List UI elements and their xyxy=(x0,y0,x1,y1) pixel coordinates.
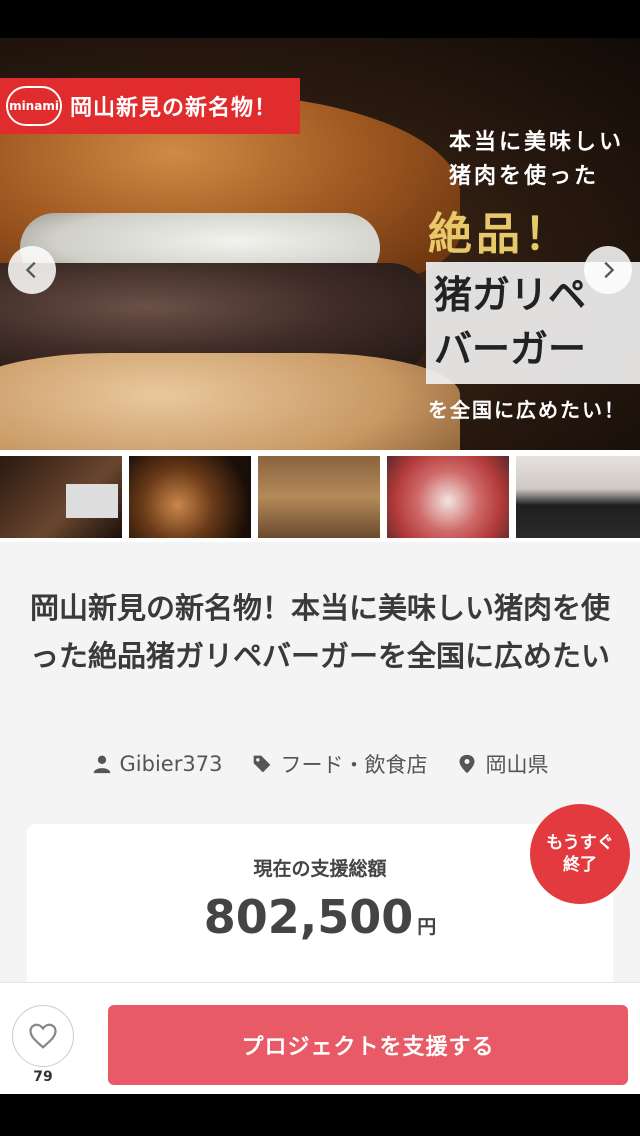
ending-soon-line1: もうすぐ xyxy=(546,833,614,853)
ending-soon-badge: もうすぐ 終了 xyxy=(530,804,630,904)
chevron-right-icon xyxy=(604,261,615,279)
carousel-next-button[interactable] xyxy=(584,246,632,294)
hero-badge-text: 岡山新見の新名物！ xyxy=(70,96,278,121)
support-project-button[interactable]: プロジェクトを支援する xyxy=(108,1005,628,1085)
thumbnail-banner xyxy=(66,484,118,518)
favorite-button[interactable] xyxy=(12,1005,74,1067)
funding-amount: 802,500 円 xyxy=(27,890,613,944)
tag-icon xyxy=(254,755,271,773)
thumbnail-strip xyxy=(0,450,640,542)
action-bar: 79 プロジェクトを支援する xyxy=(0,982,640,1094)
carousel-prev-button[interactable] xyxy=(8,246,56,294)
favorite-count: 79 xyxy=(33,1069,53,1085)
thumbnail-4[interactable] xyxy=(387,456,509,538)
project-meta: Gibier373 フード・飲食店 岡山県 xyxy=(0,749,640,779)
burger-bun-bottom xyxy=(0,353,460,450)
ending-soon-line2: 終了 xyxy=(563,855,597,875)
thumbnail-5[interactable] xyxy=(516,456,640,538)
owner-name: Gibier373 xyxy=(119,752,223,776)
hero-copy-bottom: を全国に広めたい！ xyxy=(428,398,626,422)
hero-product-line2: バーガー xyxy=(434,327,587,371)
owner-link[interactable]: Gibier373 xyxy=(92,749,223,779)
funding-amount-unit: 円 xyxy=(417,916,437,938)
hero-copy-line1: 本当に美味しい xyxy=(448,130,624,155)
brand-logo: minami xyxy=(6,86,62,126)
category-link[interactable]: フード・飲食店 xyxy=(252,749,427,779)
hero-copy-emphasis: 絶品！ xyxy=(428,209,572,260)
heart-icon xyxy=(29,1023,57,1049)
user-icon xyxy=(93,755,110,774)
funding-card: 現在の支援総額 802,500 円 xyxy=(27,824,613,994)
hero-copy: 本当に美味しい 猪肉を使った xyxy=(449,126,624,194)
thumbnail-1[interactable] xyxy=(0,456,122,538)
thumbnail-2[interactable] xyxy=(129,456,251,538)
hero-carousel[interactable]: minami 岡山新見の新名物！ 本当に美味しい 猪肉を使った 絶品！ 猪ガリペ… xyxy=(0,38,640,450)
hero-copy-line2: 猪肉を使った xyxy=(448,164,599,189)
status-bar xyxy=(0,0,640,38)
funding-amount-value: 802,500 xyxy=(203,890,414,944)
project-summary: 岡山新見の新名物！本当に美味しい猪肉を使った絶品猪ガリペバーガーを全国に広めたい… xyxy=(0,542,640,994)
location-link[interactable]: 岡山県 xyxy=(457,749,548,779)
chevron-left-icon xyxy=(25,261,36,279)
category-name: フード・飲食店 xyxy=(280,753,428,777)
funding-label: 現在の支援総額 xyxy=(253,858,387,880)
location-name: 岡山県 xyxy=(485,753,549,777)
project-title: 岡山新見の新名物！本当に美味しい猪肉を使った絶品猪ガリペバーガーを全国に広めたい xyxy=(30,591,611,673)
home-indicator-area xyxy=(0,1094,640,1136)
hero-badge: minami 岡山新見の新名物！ xyxy=(0,78,300,134)
thumbnail-3[interactable] xyxy=(258,456,380,538)
location-pin-icon xyxy=(459,754,475,774)
